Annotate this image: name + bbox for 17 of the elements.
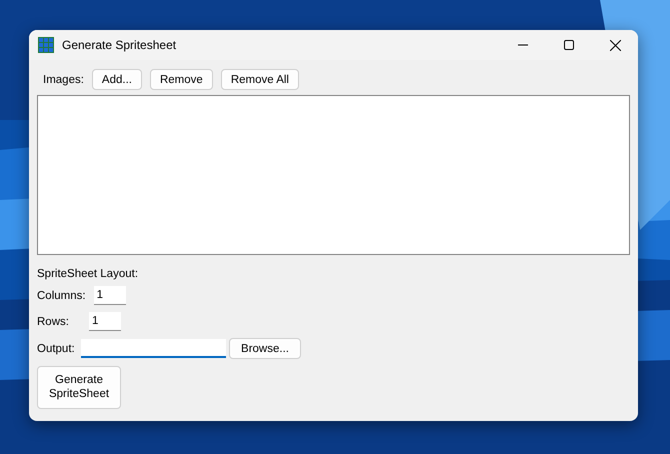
images-button[interactable]: Remove All (220, 69, 299, 90)
close-icon (610, 40, 620, 50)
images-label: Images: (43, 74, 84, 86)
field-label: Rows: (37, 316, 70, 328)
images-button[interactable]: Remove (150, 69, 213, 90)
images-button[interactable]: Add... (92, 69, 142, 90)
generate-button[interactable]: Generate SpriteSheet (37, 366, 121, 409)
output-label: Output: (37, 342, 76, 354)
browse-button[interactable]: Browse... (229, 338, 301, 359)
window-title: Generate Spritesheet (62, 38, 178, 52)
grid-icon (38, 37, 54, 53)
output-field[interactable] (81, 339, 226, 358)
maximize-icon (564, 40, 574, 50)
number-field[interactable]: 1 (89, 312, 121, 331)
number-field[interactable]: 1 (94, 286, 126, 305)
layout-heading: SpriteSheet Layout: (37, 268, 138, 280)
field-label: Columns: (37, 290, 86, 302)
